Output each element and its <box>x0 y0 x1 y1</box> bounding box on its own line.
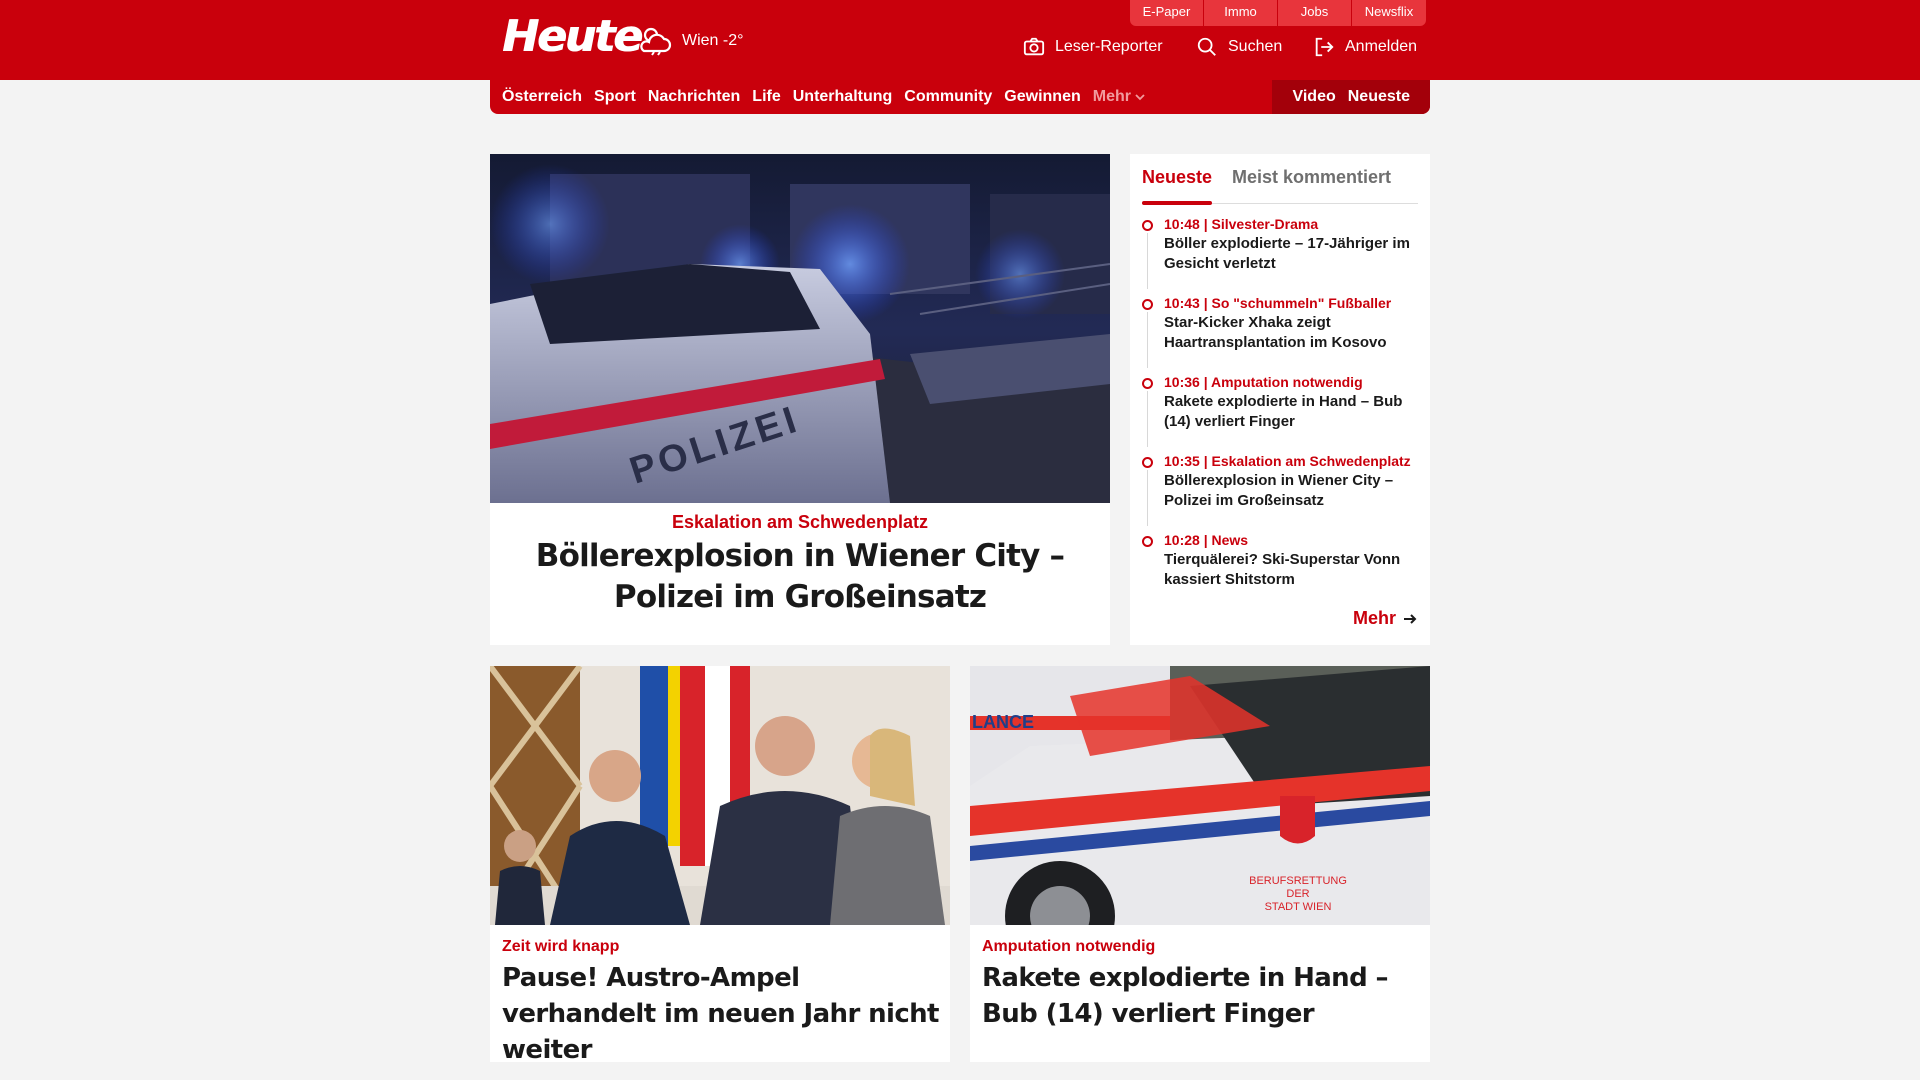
tab-neueste[interactable]: Neueste <box>1142 164 1213 205</box>
timeline-dot <box>1142 457 1153 468</box>
utility-link-newsflix[interactable]: Newsflix <box>1352 0 1426 26</box>
vehicle-text-line3: STADT WIEN <box>1265 901 1332 913</box>
search-icon <box>1197 37 1216 56</box>
timeline-dot <box>1142 220 1153 231</box>
nav-item-life[interactable]: Life <box>752 88 780 106</box>
tab-meist-kommentiert[interactable]: Meist kommentiert <box>1232 164 1391 204</box>
ticker-more-label: Mehr <box>1352 608 1396 628</box>
hero-kicker: Eskalation am Schwedenplatz <box>671 512 929 532</box>
vehicle-text-line2: DER <box>1286 888 1309 900</box>
hero-image[interactable]: POLIZEI <box>490 154 1110 503</box>
nav-item-gewinnen[interactable]: Gewinnen <box>1004 88 1080 106</box>
ticker-meta: 10:36 | Amputation notwendig <box>1164 374 1363 390</box>
leser-reporter-label: Leser-Reporter <box>1055 38 1163 55</box>
utility-link-jobs[interactable]: Jobs <box>1278 0 1352 26</box>
utility-link-immo[interactable]: Immo <box>1204 0 1278 26</box>
arrow-right-icon <box>1404 613 1417 624</box>
hero-title[interactable]: Böllerexplosion in Wiener City – Polizei… <box>500 536 1100 618</box>
ticker-meta: 10:28 | News <box>1164 532 1249 548</box>
nav-item-oesterreich[interactable]: Österreich <box>502 88 582 106</box>
article-kicker: Amputation notwendig <box>982 938 1156 955</box>
weather-widget[interactable]: Wien -2° <box>638 25 744 57</box>
ticker-meta: 10:48 | Silvester-Drama <box>1164 216 1319 232</box>
weather-icon <box>640 27 672 56</box>
login-icon <box>1315 37 1334 57</box>
timeline-line <box>1147 391 1148 447</box>
login-label: Anmelden <box>1345 38 1418 55</box>
camera-icon <box>1023 37 1045 56</box>
article-card[interactable]: LANCE BERUFSRETTUNG DER STADT WIEN Amput… <box>970 666 1430 1062</box>
ambulance-text: LANCE <box>972 712 1034 732</box>
timeline-dot <box>1142 299 1153 310</box>
nav-item-sport[interactable]: Sport <box>594 88 636 106</box>
main-nav: Österreich Sport Nachrichten Life Unterh… <box>490 80 1430 114</box>
ticker-item[interactable]: 10:28 | News Tierquälerei? Ski-Superstar… <box>1142 530 1422 609</box>
nav-item-video[interactable]: Video <box>1292 88 1335 106</box>
search-button[interactable]: Suchen <box>1196 36 1282 58</box>
timeline-line <box>1147 470 1148 526</box>
nav-item-community[interactable]: Community <box>904 88 992 106</box>
article-image[interactable] <box>490 666 950 925</box>
article-title[interactable]: Rakete explodierte in Hand – Bub (14) ve… <box>982 960 1422 1032</box>
nav-more-dropdown[interactable]: Mehr <box>1093 88 1145 106</box>
article-card[interactable]: Zeit wird knapp Pause! Austro-Ampel verh… <box>490 666 950 1065</box>
ticker-list: 10:48 | Silvester-Drama Böller explodier… <box>1142 214 1422 609</box>
chevron-down-icon <box>1135 94 1145 101</box>
ticker-meta: 10:35 | Eskalation am Schwedenplatz <box>1164 453 1411 469</box>
article-title[interactable]: Pause! Austro-Ampel verhandelt im neuen … <box>502 960 942 1068</box>
timeline-line <box>1147 233 1148 289</box>
site-logo[interactable]: Heute <box>502 12 643 62</box>
ticker-item[interactable]: 10:43 | So "schummeln" Fußballer Star-Ki… <box>1142 293 1422 372</box>
ticker-item[interactable]: 10:36 | Amputation notwendig Rakete expl… <box>1142 372 1422 451</box>
ticker-title[interactable]: Böllerexplosion in Wiener City – Polizei… <box>1164 471 1422 511</box>
ticker-tabs: Neueste Meist kommentiert <box>1142 164 1418 205</box>
timeline-dot <box>1142 378 1153 389</box>
nav-item-neueste[interactable]: Neueste <box>1348 88 1410 106</box>
article-kicker: Zeit wird knapp <box>502 938 620 955</box>
login-button[interactable]: Anmelden <box>1313 36 1417 58</box>
ticker-title[interactable]: Rakete explodierte in Hand – Bub (14) ve… <box>1164 392 1422 432</box>
ticker-title[interactable]: Böller explodierte – 17-Jähriger im Gesi… <box>1164 234 1422 274</box>
hero-article[interactable]: POLIZEI Eskalation am Schwedenplatz Böll… <box>490 154 1110 645</box>
search-label: Suchen <box>1228 38 1283 55</box>
vehicle-text-line1: BERUFSRETTUNG <box>1249 875 1347 887</box>
utility-link-epaper[interactable]: E-Paper <box>1130 0 1204 26</box>
ticker-title[interactable]: Tierquälerei? Ski-Superstar Vonn kassier… <box>1164 550 1422 590</box>
nav-more-label: Mehr <box>1092 88 1131 105</box>
ticker-meta: 10:43 | So "schummeln" Fußballer <box>1164 295 1392 311</box>
leser-reporter-button[interactable]: Leser-Reporter <box>1023 36 1163 58</box>
news-ticker-panel: Neueste Meist kommentiert 10:48 | Silves… <box>1130 154 1430 645</box>
article-image[interactable]: LANCE BERUFSRETTUNG DER STADT WIEN <box>970 666 1430 925</box>
utility-nav: E-Paper Immo Jobs Newsflix <box>1130 0 1426 26</box>
site-header: Heute Wien -2° E-Paper Immo Jobs Newsfli… <box>0 0 1920 80</box>
ticker-title[interactable]: Star-Kicker Xhaka zeigt Haartransplantat… <box>1164 313 1422 353</box>
weather-text: Wien -2° <box>682 32 744 49</box>
ticker-more-link[interactable]: Mehr <box>1353 608 1418 629</box>
ticker-item[interactable]: 10:35 | Eskalation am Schwedenplatz Böll… <box>1142 451 1422 530</box>
nav-item-unterhaltung[interactable]: Unterhaltung <box>793 88 893 106</box>
ticker-item[interactable]: 10:48 | Silvester-Drama Böller explodier… <box>1142 214 1422 293</box>
timeline-line <box>1147 312 1148 368</box>
nav-item-nachrichten[interactable]: Nachrichten <box>648 88 740 106</box>
timeline-dot <box>1142 536 1153 547</box>
